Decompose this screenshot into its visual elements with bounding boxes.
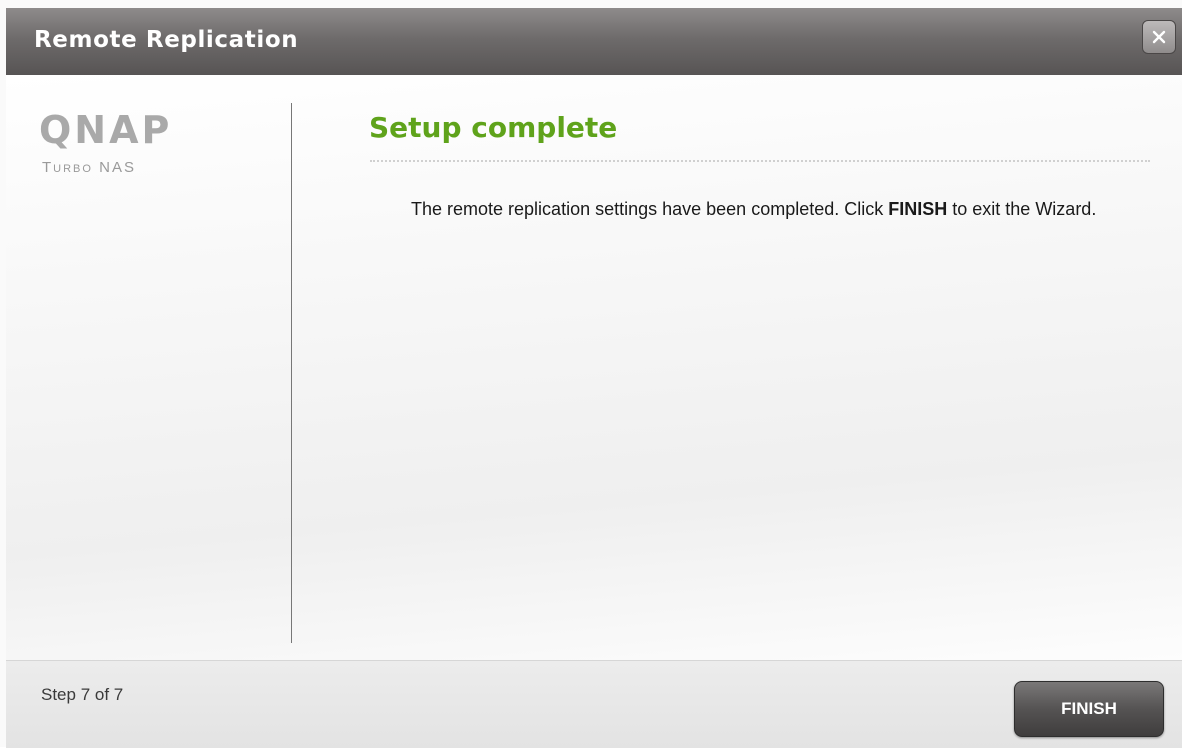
dotted-separator <box>370 160 1150 162</box>
logo-brand: QNAP <box>39 108 173 152</box>
vertical-divider <box>291 103 292 643</box>
completion-message: The remote replication settings have bee… <box>411 195 1151 224</box>
qnap-logo: QNAP Turbo NAS <box>39 111 172 176</box>
close-icon <box>1152 30 1166 44</box>
wizard-footer: Step 7 of 7 FINISH <box>6 660 1182 748</box>
window-title: Remote Replication <box>34 27 299 53</box>
logo-subtitle: Turbo NAS <box>42 159 136 176</box>
wizard-body: QNAP Turbo NAS Setup complete The remote… <box>6 75 1182 660</box>
finish-button[interactable]: FINISH <box>1014 681 1164 737</box>
message-emphasis: FINISH <box>888 199 948 219</box>
page-title: Setup complete <box>369 111 618 144</box>
title-bar: Remote Replication <box>6 8 1182 75</box>
message-prefix: The remote replication settings have bee… <box>411 199 889 219</box>
message-suffix: to exit the Wizard. <box>947 199 1097 219</box>
close-button[interactable] <box>1142 20 1176 54</box>
remote-replication-dialog: Remote Replication QNAP Turbo NAS Setup … <box>0 0 1182 748</box>
step-indicator: Step 7 of 7 <box>41 685 124 704</box>
